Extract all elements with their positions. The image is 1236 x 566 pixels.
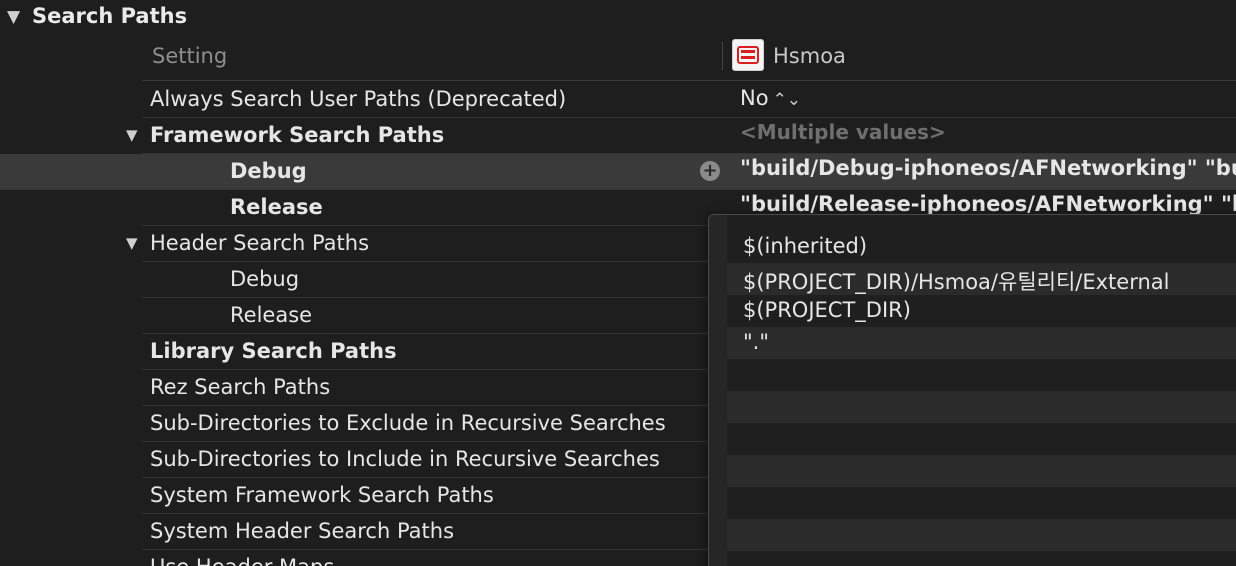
build-settings-panel: ▼ Search Paths Setting Hsmoa Always Sear… [0,0,1236,566]
path-list-popover[interactable]: $(inherited) $(PROJECT_DIR)/Hsmoa/유틸리티/E… [708,214,1236,566]
setting-label: System Framework Search Paths [150,483,494,507]
setting-label: Sub-Directories to Include in Recursive … [150,447,660,471]
stepper-icon[interactable]: ⌃⌄ [773,90,802,110]
value-text: No [740,86,769,110]
setting-row-framework-search-paths[interactable]: ▼ Framework Search Paths <Multiple value… [126,118,1236,154]
column-divider [722,42,723,70]
setting-label: Debug [230,159,307,183]
app-icon [732,39,764,71]
disclosure-triangle-icon[interactable]: ▼ [126,126,138,144]
setting-value: <Multiple values> [740,120,946,144]
path-list-item[interactable] [727,359,1236,391]
path-text[interactable]: $(PROJECT_DIR) [743,298,911,322]
target-column-label: Hsmoa [773,44,846,68]
setting-label: Library Search Paths [150,339,397,363]
setting-label: System Header Search Paths [150,519,455,543]
setting-label: Sub-Directories to Exclude in Recursive … [150,411,666,435]
section-header-search-paths[interactable]: ▼ Search Paths [0,0,1236,34]
path-text[interactable]: $(inherited) [743,234,867,258]
popover-gutter [709,215,727,566]
setting-label: Always Search User Paths (Deprecated) [150,87,567,111]
disclosure-triangle-icon[interactable]: ▼ [126,234,138,252]
setting-label: Framework Search Paths [150,123,445,147]
path-list-item[interactable] [727,391,1236,423]
path-list-item[interactable] [727,423,1236,455]
setting-label: Header Search Paths [150,231,370,255]
setting-column-label: Setting [152,44,228,68]
path-list-item[interactable] [727,551,1236,566]
setting-row-always-search-user-paths[interactable]: Always Search User Paths (Deprecated) No… [142,82,1236,118]
path-list-item[interactable]: "." [727,327,1236,359]
setting-value[interactable]: "build/Debug-iphoneos/AFNetworking" "bui… [740,156,1236,180]
setting-value[interactable]: No ⌃⌄ [740,86,801,110]
disclosure-triangle-icon[interactable]: ▼ [7,7,20,27]
path-text[interactable]: $(PROJECT_DIR)/Hsmoa/유틸리티/External [743,266,1169,296]
path-list[interactable]: $(inherited) $(PROJECT_DIR)/Hsmoa/유틸리티/E… [727,231,1236,566]
path-list-item[interactable]: $(PROJECT_DIR) [727,295,1236,327]
section-title: Search Paths [32,4,188,28]
setting-label: Release [230,303,313,327]
plus-circle-icon[interactable]: + [700,161,720,181]
setting-label: Use Header Maps [150,555,334,566]
setting-label: Debug [230,267,300,291]
setting-row-framework-debug[interactable]: Debug + "build/Debug-iphoneos/AFNetworki… [0,154,1236,190]
path-text[interactable]: "." [743,330,769,354]
column-header: Setting Hsmoa [142,36,1236,81]
path-list-item[interactable]: $(inherited) [727,231,1236,263]
setting-value[interactable]: "build/Release-iphoneos/AFNetworking" "b… [740,192,1236,216]
setting-label: Rez Search Paths [150,375,331,399]
path-list-item[interactable] [727,519,1236,551]
path-list-item[interactable] [727,487,1236,519]
path-list-item[interactable] [727,455,1236,487]
setting-label: Release [230,195,323,219]
path-list-item[interactable]: $(PROJECT_DIR)/Hsmoa/유틸리티/External [727,263,1236,295]
